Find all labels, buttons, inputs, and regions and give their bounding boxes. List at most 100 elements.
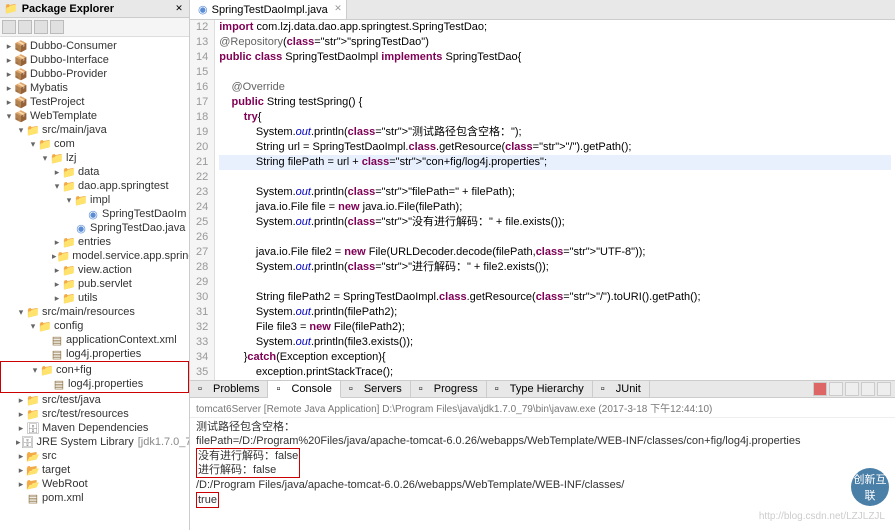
tree-row[interactable]: ▾📁impl bbox=[0, 193, 189, 207]
twisty-icon[interactable]: ▾ bbox=[52, 181, 62, 192]
twisty-icon[interactable]: ▾ bbox=[40, 153, 50, 164]
code-line[interactable]: System.out.println(class="str">"没有进行解码："… bbox=[219, 215, 891, 230]
tree-row[interactable]: ▸📁src/test/java bbox=[0, 393, 189, 407]
code-line[interactable]: }catch(Exception exception){ bbox=[219, 350, 891, 365]
tree-row[interactable]: ◉SpringTestDaoIm bbox=[0, 207, 189, 221]
tree-row[interactable]: ▸🗄JRE System Library[jdk1.7.0_79] bbox=[0, 435, 189, 449]
code-line[interactable]: System.out.println(file3.exists()); bbox=[219, 335, 891, 350]
twisty-icon[interactable]: ▾ bbox=[64, 195, 74, 206]
twisty-icon[interactable]: ▸ bbox=[52, 279, 62, 290]
tree-row[interactable]: ▾📁dao.app.springtest bbox=[0, 179, 189, 193]
tab-type-hierarchy[interactable]: ▫Type Hierarchy bbox=[487, 381, 593, 397]
twisty-icon[interactable]: ▸ bbox=[52, 237, 62, 248]
twisty-icon[interactable]: ▸ bbox=[4, 97, 14, 108]
twisty-icon[interactable]: ▸ bbox=[16, 409, 26, 420]
tree-row[interactable]: ▾📁src/main/resources bbox=[0, 305, 189, 319]
twisty-icon[interactable]: ▸ bbox=[4, 69, 14, 80]
view-menu-button[interactable] bbox=[50, 20, 64, 34]
code-line[interactable]: public String testSpring() { bbox=[219, 95, 891, 110]
code-line[interactable]: try{ bbox=[219, 110, 891, 125]
tree-row[interactable]: ▸📁pub.servlet bbox=[0, 277, 189, 291]
project-tree[interactable]: ▸📦Dubbo-Consumer▸📦Dubbo-Interface▸📦Dubbo… bbox=[0, 37, 189, 530]
tree-row[interactable]: ▾📦WebTemplate bbox=[0, 109, 189, 123]
close-icon[interactable]: ✕ bbox=[334, 3, 342, 14]
tree-row[interactable]: ▸📂src bbox=[0, 449, 189, 463]
tree-row[interactable]: ▾📁com bbox=[0, 137, 189, 151]
code-line[interactable]: File file3 = new File(filePath2); bbox=[219, 320, 891, 335]
code-line[interactable] bbox=[219, 230, 891, 245]
tree-row[interactable]: ▤log4j.properties bbox=[0, 347, 189, 361]
tab-progress[interactable]: ▫Progress bbox=[411, 381, 487, 397]
twisty-icon[interactable]: ▸ bbox=[4, 41, 14, 52]
tree-row[interactable]: ▸📦TestProject bbox=[0, 95, 189, 109]
scroll-lock-button[interactable] bbox=[861, 382, 875, 396]
twisty-icon[interactable]: ▾ bbox=[16, 307, 26, 318]
twisty-icon[interactable]: ▸ bbox=[16, 395, 26, 406]
tree-row[interactable]: ▾📁lzj bbox=[0, 151, 189, 165]
code-line[interactable]: System.out.println(class="str">"进行解码：" +… bbox=[219, 260, 891, 275]
tree-row[interactable]: ▤pom.xml bbox=[0, 491, 189, 505]
code-line[interactable] bbox=[219, 65, 891, 80]
twisty-icon[interactable]: ▸ bbox=[4, 83, 14, 94]
code-line[interactable]: System.out.println(class="str">"测试路径包含空格… bbox=[219, 125, 891, 140]
code-line[interactable]: System.out.println(filePath2); bbox=[219, 305, 891, 320]
code-line[interactable]: public class SpringTestDaoImpl implement… bbox=[219, 50, 891, 65]
tree-row[interactable]: ▤applicationContext.xml bbox=[0, 333, 189, 347]
link-editor-button[interactable] bbox=[18, 20, 32, 34]
code-line[interactable]: String filePath = url + class="str">"con… bbox=[219, 155, 891, 170]
tab-problems[interactable]: ▫Problems bbox=[190, 381, 268, 397]
clear-console-button[interactable] bbox=[845, 382, 859, 396]
code-line[interactable]: java.io.File file2 = new File(URLDecoder… bbox=[219, 245, 891, 260]
tree-row[interactable]: ▤log4j.properties bbox=[2, 377, 187, 391]
twisty-icon[interactable]: ▾ bbox=[30, 365, 40, 376]
code-line[interactable] bbox=[219, 275, 891, 290]
collapse-all-button[interactable] bbox=[2, 20, 16, 34]
tree-row[interactable]: ▸📁src/test/resources bbox=[0, 407, 189, 421]
tree-row[interactable]: ▸📁utils bbox=[0, 291, 189, 305]
code-editor[interactable]: 1213141516171819202122232425262728293031… bbox=[190, 20, 895, 380]
twisty-icon[interactable]: ▸ bbox=[16, 423, 26, 434]
editor-tab[interactable]: ◉ SpringTestDaoImpl.java ✕ bbox=[190, 0, 347, 19]
tree-row[interactable]: ▸📦Dubbo-Consumer bbox=[0, 39, 189, 53]
tree-row[interactable]: ▸📦Dubbo-Provider bbox=[0, 67, 189, 81]
tree-row[interactable]: ▾📁config bbox=[0, 319, 189, 333]
tab-junit[interactable]: ▫JUnit bbox=[593, 381, 650, 397]
tree-row[interactable]: ▸🗄Maven Dependencies bbox=[0, 421, 189, 435]
focus-button[interactable] bbox=[34, 20, 48, 34]
tree-row[interactable]: ▾📁con+fig bbox=[2, 363, 187, 377]
twisty-icon[interactable]: ▸ bbox=[4, 55, 14, 66]
code-line[interactable]: import com.lzj.data.dao.app.springtest.S… bbox=[219, 20, 891, 35]
tab-servers[interactable]: ▫Servers bbox=[341, 381, 411, 397]
code-line[interactable]: System.out.println(class="str">"filePath… bbox=[219, 185, 891, 200]
tree-row[interactable]: ▸📦Dubbo-Interface bbox=[0, 53, 189, 67]
tree-row[interactable]: ◉SpringTestDao.java bbox=[0, 221, 189, 235]
twisty-icon[interactable]: ▾ bbox=[28, 139, 38, 150]
twisty-icon[interactable]: ▸ bbox=[16, 479, 26, 490]
twisty-icon[interactable]: ▾ bbox=[4, 111, 14, 122]
code-line[interactable]: java.io.File file = new java.io.File(fil… bbox=[219, 200, 891, 215]
twisty-icon[interactable]: ▸ bbox=[16, 465, 26, 476]
code-line[interactable]: exception.printStackTrace(); bbox=[219, 365, 891, 380]
tab-console[interactable]: ▫Console bbox=[268, 381, 340, 398]
code-line[interactable]: String url = SpringTestDaoImpl.class.get… bbox=[219, 140, 891, 155]
twisty-icon[interactable]: ▸ bbox=[52, 167, 62, 178]
tree-row[interactable]: ▸📦Mybatis bbox=[0, 81, 189, 95]
tree-row[interactable]: ▸📂target bbox=[0, 463, 189, 477]
twisty-icon[interactable]: ▾ bbox=[16, 125, 26, 136]
code-body[interactable]: import com.lzj.data.dao.app.springtest.S… bbox=[215, 20, 895, 380]
terminate-button[interactable] bbox=[813, 382, 827, 396]
code-line[interactable] bbox=[219, 170, 891, 185]
twisty-icon[interactable]: ▾ bbox=[28, 321, 38, 332]
tree-row[interactable]: ▸📁data bbox=[0, 165, 189, 179]
tree-row[interactable]: ▸📁model.service.app.spring bbox=[0, 249, 189, 263]
remove-all-button[interactable] bbox=[829, 382, 843, 396]
code-line[interactable]: @Repository(class="str">"springTestDao") bbox=[219, 35, 891, 50]
pin-console-button[interactable] bbox=[877, 382, 891, 396]
close-icon[interactable]: ✕ bbox=[173, 3, 185, 15]
code-line[interactable]: String filePath2 = SpringTestDaoImpl.cla… bbox=[219, 290, 891, 305]
tree-row[interactable]: ▸📂WebRoot bbox=[0, 477, 189, 491]
tree-row[interactable]: ▸📁view.action bbox=[0, 263, 189, 277]
twisty-icon[interactable]: ▸ bbox=[16, 451, 26, 462]
twisty-icon[interactable]: ▸ bbox=[52, 265, 62, 276]
twisty-icon[interactable]: ▸ bbox=[52, 293, 62, 304]
